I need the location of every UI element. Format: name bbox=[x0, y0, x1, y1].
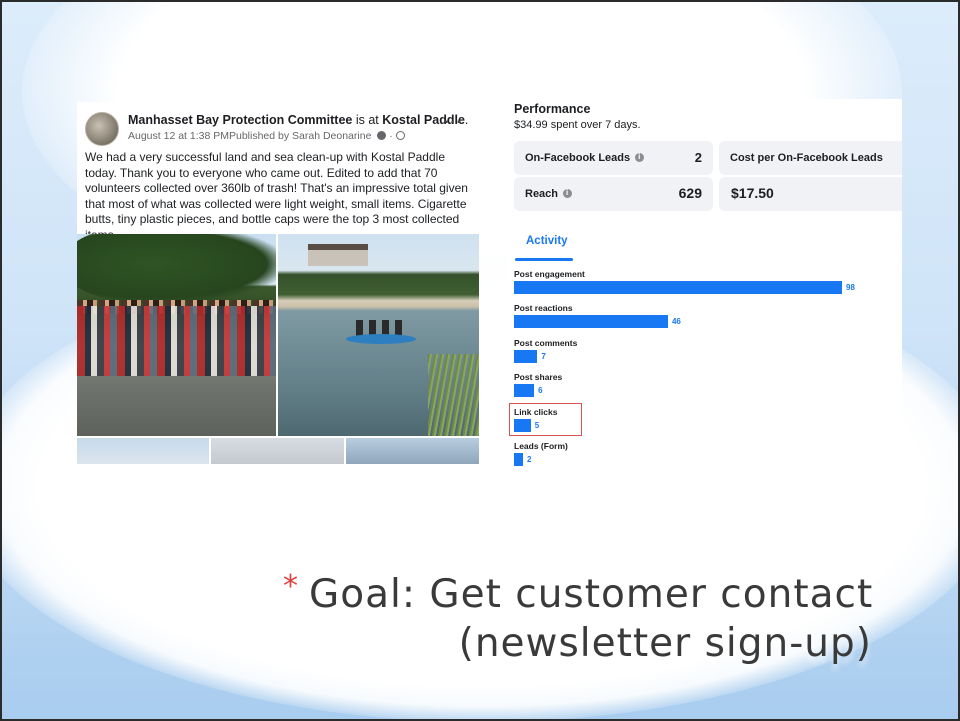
info-icon[interactable] bbox=[563, 188, 573, 198]
leads-value: 2 bbox=[694, 150, 702, 165]
post-meta-text: August 12 at 1:38 PMPublished by Sarah D… bbox=[128, 130, 372, 142]
post-meta: August 12 at 1:38 PMPublished by Sarah D… bbox=[128, 130, 405, 142]
bar-value-post-reactions: 46 bbox=[671, 317, 681, 327]
bar-row-post-comments: Post comments 7 bbox=[514, 338, 902, 368]
photo-reeds bbox=[428, 354, 479, 436]
photo-thumb-3[interactable] bbox=[346, 438, 479, 464]
tab-activity-label: Activity bbox=[526, 235, 568, 247]
activity-bar-chart: Post engagement 98 Post reactions 46 Post co… bbox=[514, 269, 902, 469]
author-line: Manhasset Bay Protection Committee is at… bbox=[128, 113, 468, 127]
bar-value-post-engagement: 98 bbox=[846, 283, 855, 292]
facebook-post: Manhasset Bay Protection Committee is at… bbox=[77, 102, 479, 464]
bar-post-shares bbox=[514, 384, 535, 398]
bar-post-reactions bbox=[514, 315, 668, 329]
cpl-value: $17.50 bbox=[731, 185, 774, 201]
bar-leads-form bbox=[514, 453, 523, 466]
photo-kayak bbox=[346, 334, 416, 344]
photo-thumb-1[interactable] bbox=[77, 438, 209, 464]
page-name-link[interactable]: Manhasset Bay Protection Committee bbox=[128, 113, 352, 127]
goal-line-2: (newsletter sign-up) bbox=[458, 621, 872, 666]
bar-label-post-shares: Post shares bbox=[514, 372, 563, 383]
photo-thumb-2[interactable] bbox=[211, 438, 344, 464]
photo-house bbox=[308, 244, 368, 266]
goal-statement: * Goal: Get customer contact (newsletter… bbox=[262, 569, 942, 692]
meta-separator: · bbox=[386, 130, 396, 142]
bar-row-post-reactions: Post reactions 46 bbox=[514, 303, 902, 333]
bullet-asterisk: * bbox=[283, 569, 298, 604]
bar-row-post-engagement: Post engagement 98 bbox=[514, 269, 902, 299]
privacy-info-icon bbox=[377, 131, 387, 140]
bar-label-post-comments: Post comments bbox=[514, 337, 578, 348]
cpl-label: Cost per On-Facebook Leads bbox=[730, 152, 883, 164]
post-text: We had a very successful land and sea cl… bbox=[85, 150, 468, 242]
bar-row-post-shares: Post shares 6 bbox=[514, 372, 902, 402]
is-at-text: is at bbox=[352, 113, 383, 127]
bar-post-comments bbox=[514, 349, 538, 363]
photo-crowd bbox=[77, 306, 276, 376]
post-header: Manhasset Bay Protection Committee is at… bbox=[85, 112, 475, 152]
leads-label: On-Facebook Leads bbox=[525, 152, 631, 164]
bar-post-engagement bbox=[514, 281, 842, 294]
photo-tree bbox=[77, 234, 276, 304]
performance-title: Performance bbox=[514, 102, 591, 116]
bar-row-leads-form: Leads (Form) 2 bbox=[514, 441, 902, 471]
link-clicks-highlight-box bbox=[509, 403, 582, 436]
bar-value-leads-form: 2 bbox=[527, 455, 532, 464]
goal-line-1: Goal: Get customer contact bbox=[309, 572, 874, 617]
performance-subtitle: $34.99 spent over 7 days. bbox=[514, 119, 641, 131]
metric-cost-per-lead: Cost per On-Facebook Leads bbox=[719, 141, 902, 175]
reach-value: 629 bbox=[678, 185, 702, 201]
tab-activity[interactable]: Activity bbox=[515, 227, 573, 261]
metric-leads: On-Facebook Leads 2 bbox=[514, 141, 713, 175]
globe-icon bbox=[395, 131, 405, 140]
slide: Manhasset Bay Protection Committee is at… bbox=[0, 0, 960, 721]
photo-volunteers-group[interactable] bbox=[77, 234, 276, 436]
bar-value-post-shares: 6 bbox=[538, 386, 543, 396]
reach-label: Reach bbox=[525, 188, 559, 200]
photo-grid bbox=[77, 234, 479, 464]
bar-label-post-engagement: Post engagement bbox=[514, 269, 585, 279]
page-avatar[interactable] bbox=[85, 112, 119, 146]
tab-underline bbox=[515, 258, 573, 261]
period-text: . bbox=[464, 113, 469, 127]
bar-label-leads-form: Leads (Form) bbox=[514, 441, 568, 451]
info-icon[interactable] bbox=[635, 152, 645, 162]
metric-reach: Reach 629 bbox=[514, 177, 713, 211]
metric-cost-per-lead-value: $17.50 bbox=[719, 177, 902, 211]
bar-label-post-reactions: Post reactions bbox=[514, 303, 573, 314]
more-options-button[interactable]: ··· bbox=[444, 114, 463, 132]
bar-value-post-comments: 7 bbox=[541, 351, 546, 361]
photo-kayakers[interactable] bbox=[278, 234, 479, 436]
